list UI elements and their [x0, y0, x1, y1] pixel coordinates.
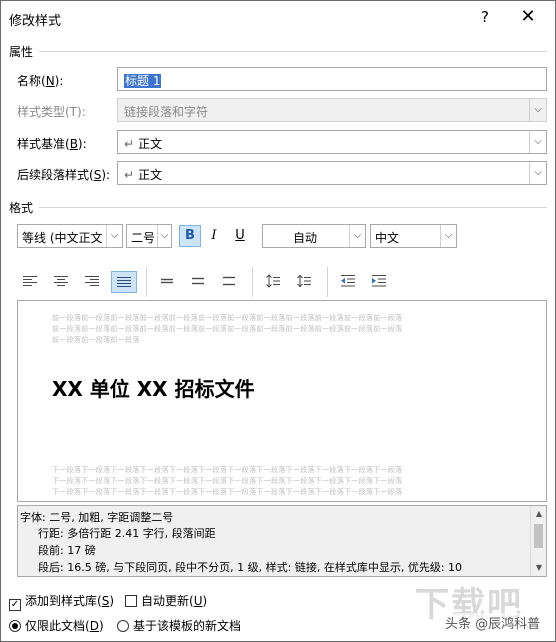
outdent-icon [341, 275, 355, 287]
style-type-label: 样式类型(T): [17, 105, 86, 119]
align-right-icon [85, 276, 99, 286]
description-line: 段前: 17 磅 [38, 544, 96, 557]
watermark: 下载吧 头条 @辰鸿科普 [415, 577, 555, 641]
scroll-down-icon[interactable]: ▼ [531, 560, 546, 576]
justify-icon [117, 277, 131, 287]
preview-next-paragraph: 下一段落下一段落下一段落下一段落下一段落下一段落下一段落下一段落下一段落下一段落… [52, 466, 403, 496]
style-preview-pane: 前一段落前一段落前一段落前一段落前一段落前一段落前一段落前一段落前一段落前一段落… [17, 300, 547, 502]
chevron-down-icon[interactable]: ⌵ [529, 131, 546, 153]
template-documents-radio[interactable]: 基于该模板的新文档 [117, 617, 241, 634]
name-value: 标题 1 [124, 74, 162, 88]
description-line: 行距: 多倍行距 2.41 字行, 段落间距 [38, 527, 216, 540]
italic-button[interactable]: I [203, 225, 225, 247]
paragraph-mark-icon: ↵ [124, 137, 135, 151]
help-button[interactable]: ? [475, 5, 495, 29]
style-type-select: 链接段落和字符 ⌵ [117, 98, 547, 122]
font-size-value: 二号 [131, 231, 156, 245]
decrease-spacing-button[interactable] [292, 271, 318, 293]
font-color-select[interactable]: 自动 ⌵ [262, 224, 366, 248]
align-left-button[interactable] [18, 271, 44, 293]
dialog-title: 修改样式 [9, 14, 62, 29]
toolbar-separator [327, 267, 328, 297]
bold-button[interactable]: B [179, 225, 201, 247]
only-this-document-radio[interactable]: 仅限此文档(D) [9, 617, 104, 634]
chevron-down-icon[interactable]: ⌵ [529, 162, 546, 184]
spacing-increase-icon [266, 274, 280, 288]
name-input[interactable]: 标题 1 [117, 67, 547, 91]
watermark-caption: 头条 @辰鸿科普 [445, 613, 541, 632]
next-style-value: 正文 [138, 168, 163, 182]
radio-unselected-icon [117, 620, 129, 632]
based-on-select[interactable]: ↵ 正文 ⌵ [117, 130, 547, 154]
align-center-button[interactable] [49, 271, 75, 293]
line-spacing-onehalf-icon [192, 277, 204, 285]
spacing-decrease-icon [297, 274, 311, 288]
font-select[interactable]: 等线 (中文正文 ⌵ [17, 224, 123, 248]
align-right-button[interactable] [80, 271, 106, 293]
description-line: 段后: 16.5 磅, 与下段同页, 段中不分页, 1 级, 样式: 链接, 在… [38, 561, 463, 574]
preview-sample-text: XX 单位 XX 招标文件 [52, 377, 255, 401]
one-half-spacing-button[interactable] [186, 271, 212, 293]
style-description: 字体: 二号, 加粗, 字距调整二号 行距: 多倍行距 2.41 字行, 段落间… [17, 505, 547, 577]
line-spacing-single-icon [161, 278, 173, 284]
toolbar-separator [252, 267, 253, 297]
single-spacing-button[interactable] [155, 271, 181, 293]
align-left-icon [23, 276, 37, 286]
next-style-label: 后续段落样式(S): [17, 168, 111, 182]
chevron-down-icon[interactable]: ⌵ [440, 225, 456, 247]
checkbox-empty-icon [125, 595, 137, 607]
description-line: 字体: 二号, 加粗, 字距调整二号 [20, 511, 174, 524]
based-on-label: 样式基准(B): [17, 137, 87, 151]
chevron-down-icon[interactable]: ⌵ [106, 225, 122, 247]
properties-section-label: 属性 [9, 45, 34, 59]
font-value: 等线 (中文正文 [22, 231, 103, 245]
decrease-indent-button[interactable] [336, 271, 362, 293]
align-center-icon [54, 276, 68, 286]
chevron-down-icon[interactable]: ⌵ [349, 225, 365, 247]
toolbar-separator [146, 267, 147, 297]
indent-icon [372, 275, 386, 287]
script-value: 中文 [375, 231, 400, 245]
auto-update-checkbox[interactable]: 自动更新(U) [125, 592, 207, 609]
scroll-up-icon[interactable]: ▲ [531, 506, 546, 522]
close-button[interactable]: ✕ [515, 5, 541, 29]
title-bar: 修改样式 ? ✕ [1, 1, 555, 35]
line-spacing-double-icon [223, 276, 235, 286]
radio-selected-icon [9, 620, 21, 632]
format-divider [39, 207, 547, 208]
format-section-label: 格式 [9, 201, 34, 215]
font-color-value: 自动 [293, 231, 318, 245]
chevron-down-icon[interactable]: ⌵ [157, 225, 171, 247]
based-on-value: 正文 [138, 137, 163, 151]
description-scrollbar[interactable]: ▲ ▼ [530, 506, 546, 576]
scroll-thumb[interactable] [534, 524, 543, 548]
increase-indent-button[interactable] [367, 271, 393, 293]
properties-divider [39, 51, 547, 52]
modify-style-dialog: 修改样式 ? ✕ 属性 名称(N): 标题 1 样式类型(T): 链接段落和字符… [0, 0, 556, 642]
script-select[interactable]: 中文 ⌵ [370, 224, 457, 248]
underline-button[interactable]: U [229, 225, 251, 247]
increase-spacing-button[interactable] [261, 271, 287, 293]
justify-button[interactable] [111, 271, 137, 293]
next-style-select[interactable]: ↵ 正文 ⌵ [117, 161, 547, 185]
paragraph-mark-icon: ↵ [124, 168, 135, 182]
name-label: 名称(N): [17, 74, 64, 88]
checkbox-checked-icon: ✓ [9, 599, 21, 611]
chevron-down-icon: ⌵ [529, 99, 546, 121]
preview-previous-paragraph: 前一段落前一段落前一段落前一段落前一段落前一段落前一段落前一段落前一段落前一段落… [52, 314, 403, 344]
font-size-select[interactable]: 二号 ⌵ [126, 224, 172, 248]
style-type-value: 链接段落和字符 [124, 105, 209, 119]
add-to-gallery-checkbox[interactable]: ✓ 添加到样式库(S) [9, 592, 114, 611]
double-spacing-button[interactable] [217, 271, 243, 293]
